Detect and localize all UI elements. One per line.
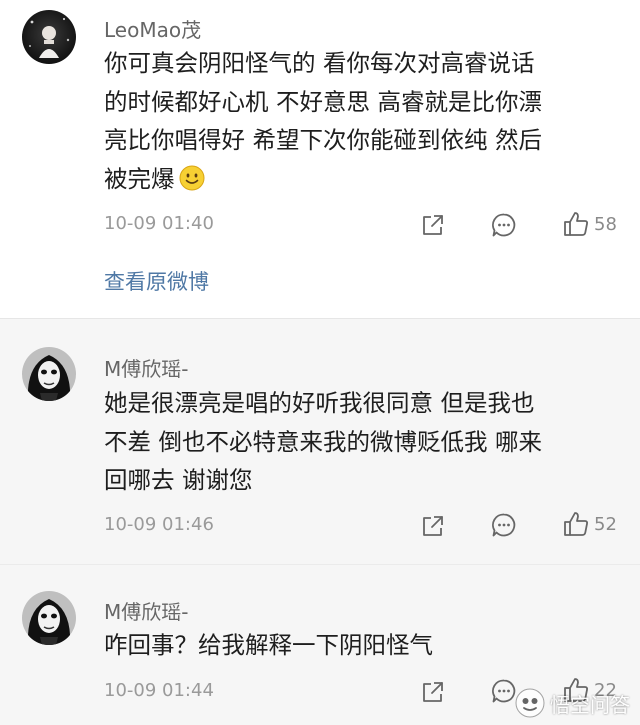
- comment-line: 亮比你唱得好 希望下次你能碰到依纯 然后: [104, 126, 542, 154]
- comment-feed: LeoMao茂 你可真会阴阳怪气的 看你每次对高睿说话 的时候都好心机 不好意思…: [0, 0, 640, 725]
- thumbs-up-icon: [564, 212, 588, 236]
- watermark: 悟空问答: [514, 687, 630, 719]
- like-button[interactable]: 52: [562, 510, 617, 538]
- view-original-post-link[interactable]: 查看原微博: [104, 266, 209, 296]
- like-count: 58: [594, 213, 617, 235]
- share-button[interactable]: [421, 211, 445, 239]
- comment-line: 你可真会阴阳怪气的 看你每次对高睿说话: [104, 49, 535, 77]
- share-button[interactable]: [421, 678, 445, 706]
- comment-line: 不差 倒也不必特意来我的微博贬低我 哪来: [104, 427, 542, 456]
- comment-icon: [492, 513, 516, 537]
- comment-line: 回哪去 谢谢您: [104, 466, 253, 494]
- avatar[interactable]: [22, 347, 76, 401]
- smiley-emoji-icon: [179, 165, 204, 190]
- avatar[interactable]: [22, 591, 76, 645]
- thumbs-up-icon: [564, 512, 588, 536]
- comment-line: 咋回事？给我解释一下阴阳怪气: [104, 631, 433, 659]
- comment-card: M傅欣瑶- 她是很漂亮是唱的好听我很同意 但是我也 不差 倒也不必特意来我的微博…: [0, 318, 640, 564]
- comment-text: 你可真会阴阳怪气的 看你每次对高睿说话 的时候都好心机 不好意思 高睿就是比你漂…: [104, 44, 624, 198]
- comment-line-text: 被完爆: [104, 164, 175, 193]
- share-icon: [423, 682, 443, 702]
- comment-text: 她是很漂亮是唱的好听我很同意 但是我也 不差 倒也不必特意来我的微博贬低我 哪来…: [104, 384, 624, 500]
- timestamp: 10-09 01:46: [104, 514, 214, 535]
- comment-line: 被完爆: [104, 160, 624, 199]
- watermark-text: 悟空问答: [550, 692, 630, 717]
- comment-line: 的时候都好心机 不好意思 高睿就是比你漂: [104, 87, 542, 116]
- comment-button[interactable]: [491, 511, 517, 539]
- share-icon: [423, 516, 443, 536]
- wukong-logo-icon: [515, 688, 545, 718]
- like-count: 52: [594, 513, 617, 535]
- username[interactable]: LeoMao茂: [104, 14, 201, 43]
- comment-line: 她是很漂亮是唱的好听我很同意 但是我也: [104, 389, 535, 417]
- like-button[interactable]: 58: [562, 210, 617, 238]
- comment-button[interactable]: [491, 211, 517, 239]
- share-icon: [423, 215, 443, 235]
- comment-card: LeoMao茂 你可真会阴阳怪气的 看你每次对高睿说话 的时候都好心机 不好意思…: [0, 0, 640, 318]
- username[interactable]: M傅欣瑶-: [104, 596, 188, 625]
- username[interactable]: M傅欣瑶-: [104, 353, 188, 382]
- comment-icon: [492, 213, 516, 237]
- avatar[interactable]: [22, 10, 76, 64]
- timestamp: 10-09 01:40: [104, 213, 214, 234]
- share-button[interactable]: [421, 512, 445, 540]
- comment-text: 咋回事？给我解释一下阴阳怪气: [104, 626, 624, 665]
- timestamp: 10-09 01:44: [104, 680, 214, 701]
